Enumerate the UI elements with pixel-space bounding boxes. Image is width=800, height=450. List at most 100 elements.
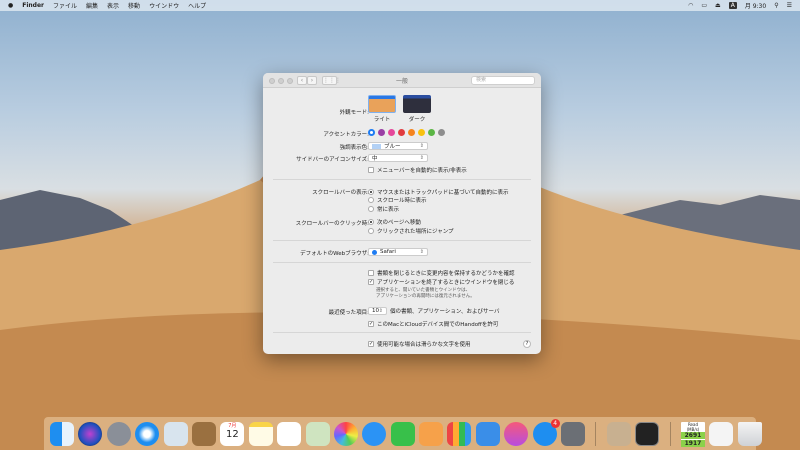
menu-window[interactable]: ウインドウ [149,1,179,10]
menu-finder[interactable]: Finder [22,2,44,9]
accent-color-1[interactable] [378,129,385,136]
app-store-badge: 4 [550,418,560,428]
messages-icon[interactable] [362,421,387,446]
disk-label: Read (MB/s) [686,421,700,432]
itunes-icon[interactable] [504,421,529,446]
photos-icon[interactable] [333,421,358,446]
trash-icon[interactable] [737,421,762,446]
sidebar-icon-size-label: サイドバーのアイコンサイズ: [296,157,369,163]
appearance-label: 外観モード: [339,110,369,116]
highlight-label: 強調表示色: [339,145,369,151]
help-button[interactable]: ? [523,340,531,348]
checkbox-label: このMacとiCloudデバイス間でのHandoffを許可 [377,322,499,328]
recent-items-label: 最近使った項目: [328,310,369,316]
input-source-icon[interactable]: A [728,2,737,9]
divider [273,332,531,333]
default-browser-select[interactable]: Safari ⇕ [368,248,428,256]
highlight-color-select[interactable]: ブルー ⇕ [368,142,428,150]
pages-icon[interactable] [419,421,444,446]
accent-color-7[interactable] [438,129,445,136]
notes-icon[interactable] [248,421,273,446]
ask-keep-changes-checkbox[interactable]: 書類を閉じるときに変更内容を保持するかどうかを確認 [368,269,515,277]
checkbox-label: 使用可能な場合は滑らかな文字を使用 [377,342,471,348]
system-preferences-icon[interactable] [561,421,586,446]
contacts-icon[interactable] [191,421,216,446]
system-preferences-window: ‹ › ⋮⋮⋮ 一般 検索 外観モード: ライト ダーク アクセントカラー: 強… [263,73,541,354]
disk-write-value: 1917 [680,439,705,447]
menu-edit[interactable]: 編集 [86,1,98,10]
scrollbars-radio-always[interactable]: 常に表示 [368,205,399,213]
eject-icon[interactable]: ⏏ [715,2,721,9]
spotlight-icon[interactable]: ⚲ [774,2,778,9]
activity-monitor-icon[interactable] [635,421,660,446]
calendar-icon[interactable]: 7月 12 [220,421,245,446]
accent-colors [368,129,445,136]
menubar-autohide-checkbox[interactable]: メニューバーを自動的に表示/非表示 [368,166,467,174]
default-browser-label: デフォルトのWebブラウザ: [300,251,369,257]
maps-icon[interactable] [305,421,330,446]
calendar-day: 12 [225,428,239,440]
highlight-swatch [372,143,381,149]
mail-icon[interactable] [163,421,188,446]
menu-view[interactable]: 表示 [107,1,119,10]
utilities-icon[interactable] [606,421,631,446]
checkbox-label: アプリケーションを終了するときにウインドウを閉じる [377,280,515,286]
radio-label: マウスまたはトラックパッドに基づいて自動的に表示 [377,190,509,196]
menu-help[interactable]: ヘルプ [188,1,206,10]
calendar-month: 7月 [228,422,237,429]
reminders-icon[interactable] [277,421,302,446]
wifi-icon[interactable]: ◠ [688,2,693,9]
checkbox[interactable] [368,167,374,173]
appearance-dark[interactable]: ダーク [403,95,431,123]
recent-items-select[interactable]: 10 ⇕ [368,307,387,315]
divider [273,240,531,241]
notification-center-icon[interactable]: ☰ [787,2,792,9]
finder-icon[interactable] [50,421,74,446]
close-windows-note: アプリケーションの再開時には復元されません。 [376,294,475,299]
launchpad-icon[interactable] [106,421,131,446]
accent-color-0[interactable] [368,129,375,136]
close-windows-checkbox[interactable]: ✓ アプリケーションを終了するときにウインドウを閉じる [368,278,514,286]
safari-dock-icon[interactable] [135,421,160,446]
clock[interactable]: 月 9:30 [745,1,766,10]
dock: 7月 12 4 Read (MB/s) 2691 1917 [44,417,762,450]
accent-color-6[interactable] [428,129,435,136]
keynote-icon[interactable] [475,421,500,446]
divider [273,262,531,263]
scroll-click-radio-next-page[interactable]: 次のページへ移動 [368,218,421,226]
scroll-click-radio-jump[interactable]: クリックされた場所にジャンプ [368,227,454,235]
scrollbars-radio-auto[interactable]: マウスまたはトラックパッドに基づいて自動的に表示 [368,188,509,196]
accent-color-4[interactable] [408,129,415,136]
radio-label: 次のページへ移動 [377,220,421,226]
airplay-icon[interactable]: ▭ [701,2,707,9]
dark-mode-label: ダーク [408,117,426,123]
checkbox-label: 書類を閉じるときに変更内容を保持するかどうかを確認 [377,271,515,277]
safari-icon [372,249,377,255]
sidebar-icon-size-select[interactable]: 中 ⇕ [368,154,428,162]
disk-speed-widget[interactable]: Read (MB/s) 2691 1917 [680,421,705,447]
recent-items-suffix: 個の書類、アプリケーション、およびサーバ [390,309,500,315]
facetime-icon[interactable] [390,421,415,446]
downloads-stack-icon[interactable] [709,421,734,446]
menubar-autohide-label: メニューバーを自動的に表示/非表示 [377,168,467,174]
handoff-checkbox[interactable]: ✓ このMacとiCloudデバイス間でのHandoffを許可 [368,320,498,328]
search-input[interactable]: 検索 [471,76,535,85]
accent-color-2[interactable] [388,129,395,136]
disk-read-value: 2691 [680,431,705,439]
siri-icon[interactable] [78,421,103,446]
accent-color-3[interactable] [398,129,405,136]
numbers-icon[interactable] [447,421,472,446]
highlight-value: ブルー [384,144,401,150]
accent-label: アクセントカラー: [323,132,369,138]
font-smoothing-checkbox[interactable]: ✓ 使用可能な場合は滑らかな文字を使用 [368,340,471,348]
scrollbars-radio-scrolling[interactable]: スクロール時に表示 [368,196,427,204]
apple-menu-icon[interactable]: ● [8,2,13,9]
menu-file[interactable]: ファイル [53,1,77,10]
default-browser-value: Safari [380,249,396,255]
menu-go[interactable]: 移動 [128,1,140,10]
dark-mode-thumbnail [403,95,431,113]
accent-color-5[interactable] [418,129,425,136]
appearance-light[interactable]: ライト [368,95,396,123]
radio-label: クリックされた場所にジャンプ [377,229,454,235]
app-store-icon[interactable]: 4 [532,418,560,446]
